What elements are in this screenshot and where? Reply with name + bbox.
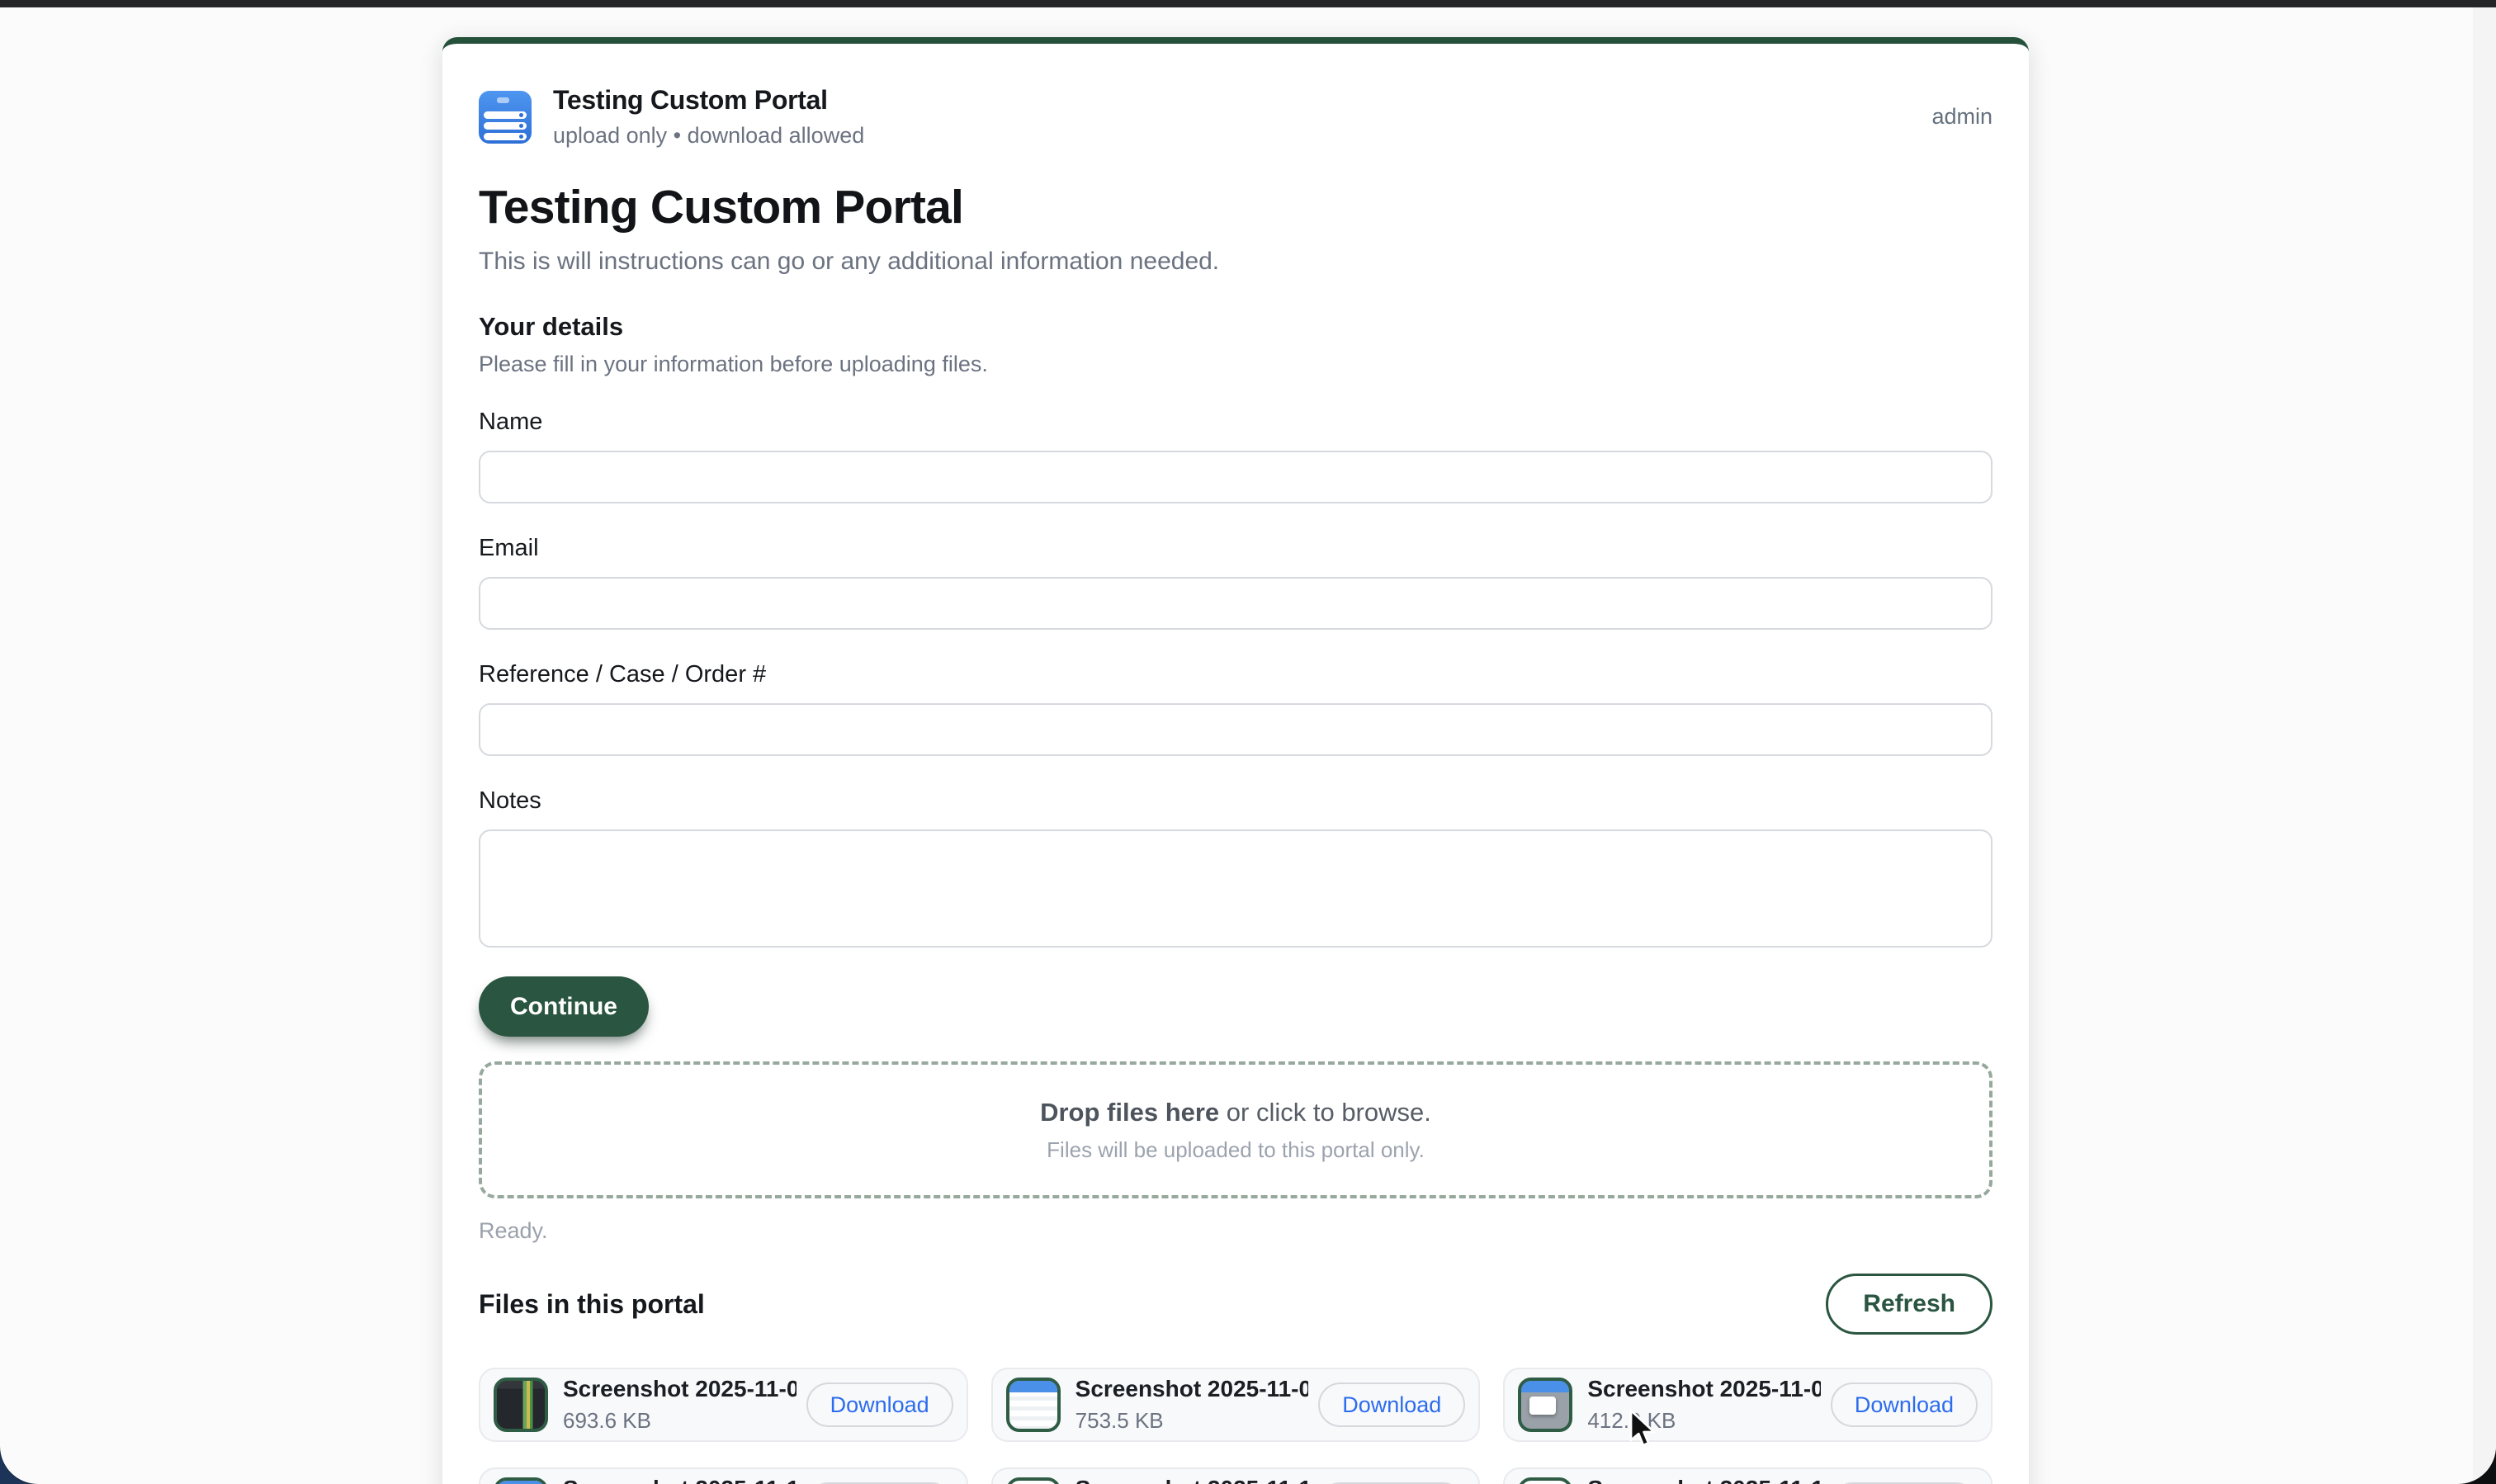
mouse-cursor-arrow [1628, 1409, 1664, 1450]
file-card: Screenshot 2025-11-0… 693.6 KB Download [479, 1368, 968, 1442]
file-grid: Screenshot 2025-11-0… 693.6 KB Download … [479, 1368, 1993, 1484]
file-info: Screenshot 2025-11-1… 129.8 KB [1587, 1476, 1821, 1484]
file-info: Screenshot 2025-11-0… 753.5 KB [1075, 1376, 1309, 1434]
files-section-header: Files in this portal Refresh [479, 1274, 1993, 1335]
dropzone-bold-text: Drop files here [1040, 1098, 1219, 1127]
scrollbar-gutter[interactable] [2473, 7, 2496, 1484]
download-button[interactable]: Download [1318, 1382, 1465, 1427]
file-thumbnail [494, 1477, 548, 1484]
details-section-title: Your details [479, 312, 1993, 342]
download-button[interactable]: Download [1831, 1382, 1978, 1427]
archive-slot [484, 133, 527, 140]
file-size: 693.6 KB [563, 1408, 797, 1434]
window-top-edge [0, 0, 2496, 7]
page-title: Testing Custom Portal [479, 180, 1993, 234]
archive-slot [484, 111, 527, 119]
file-size: 412.9 KB [1587, 1408, 1821, 1434]
user-label: admin [1931, 104, 1993, 130]
file-thumbnail [1518, 1378, 1572, 1432]
file-name: Screenshot 2025-11-0… [1075, 1376, 1309, 1402]
dropzone-rest-text: or click to browse. [1219, 1098, 1431, 1127]
reference-label: Reference / Case / Order # [479, 661, 1993, 688]
file-info: Screenshot 2025-11-0… 412.9 KB [1587, 1376, 1821, 1434]
reference-input[interactable] [479, 703, 1993, 756]
file-name: Screenshot 2025-11-1… [563, 1476, 797, 1484]
file-info: Screenshot 2025-11-0… 693.6 KB [563, 1376, 797, 1434]
archive-slot [484, 122, 527, 130]
header-title: Testing Custom Portal [553, 85, 864, 116]
details-section-subtitle: Please fill in your information before u… [479, 352, 1993, 377]
email-field-group: Email [479, 535, 1993, 630]
portal-card: Testing Custom Portal upload only • down… [442, 37, 2029, 1484]
files-section-title: Files in this portal [479, 1289, 705, 1320]
portal-header: Testing Custom Portal upload only • down… [479, 85, 1993, 149]
file-thumbnail [494, 1378, 548, 1432]
dropzone-main-text: Drop files here or click to browse. [1040, 1098, 1431, 1127]
portal-page: Testing Custom Portal upload only • down… [0, 7, 2496, 1484]
continue-button[interactable]: Continue [479, 976, 649, 1037]
file-card: Assets Screenshot 2025-11-1… 10.1 KB Dow… [991, 1467, 1481, 1484]
name-field-group: Name [479, 409, 1993, 503]
dropzone-subtext: Files will be uploaded to this portal on… [1047, 1137, 1425, 1163]
file-name: Screenshot 2025-11-0… [563, 1376, 797, 1402]
file-card: Screenshot 2025-11-0… 412.9 KB Download [1503, 1368, 1993, 1442]
file-thumbnail [1518, 1477, 1572, 1484]
notes-textarea[interactable] [479, 829, 1993, 948]
file-name: Screenshot 2025-11-0… [1587, 1376, 1821, 1402]
download-button[interactable]: Download [806, 1382, 953, 1427]
file-size: 753.5 KB [1075, 1408, 1309, 1434]
refresh-button[interactable]: Refresh [1826, 1274, 1993, 1335]
notes-label: Notes [479, 787, 1993, 815]
file-card: Screenshot 2025-11-1… 129.8 KB Download [1503, 1467, 1993, 1484]
upload-status-text: Ready. [479, 1218, 1993, 1244]
header-permissions-meta: upload only • download allowed [553, 123, 864, 149]
header-text: Testing Custom Portal upload only • down… [553, 85, 864, 149]
file-thumbnail [1006, 1378, 1061, 1432]
file-dropzone[interactable]: Drop files here or click to browse. File… [479, 1061, 1993, 1198]
file-thumbnail: Assets [1006, 1477, 1061, 1484]
notes-field-group: Notes [479, 787, 1993, 952]
email-label: Email [479, 535, 1993, 562]
name-input[interactable] [479, 451, 1993, 503]
file-info: Screenshot 2025-11-1… 477.1 KB [563, 1476, 797, 1484]
file-name: Screenshot 2025-11-1… [1075, 1476, 1309, 1484]
archive-box-icon [479, 91, 532, 144]
file-card: Screenshot 2025-11-1… 477.1 KB Download [479, 1467, 968, 1484]
reference-field-group: Reference / Case / Order # [479, 661, 1993, 756]
email-input[interactable] [479, 577, 1993, 630]
file-info: Screenshot 2025-11-1… 10.1 KB [1075, 1476, 1309, 1484]
page-description: This is will instructions can go or any … [479, 248, 1993, 276]
name-label: Name [479, 409, 1993, 436]
file-card: Screenshot 2025-11-0… 753.5 KB Download [991, 1368, 1481, 1442]
file-name: Screenshot 2025-11-1… [1587, 1476, 1821, 1484]
